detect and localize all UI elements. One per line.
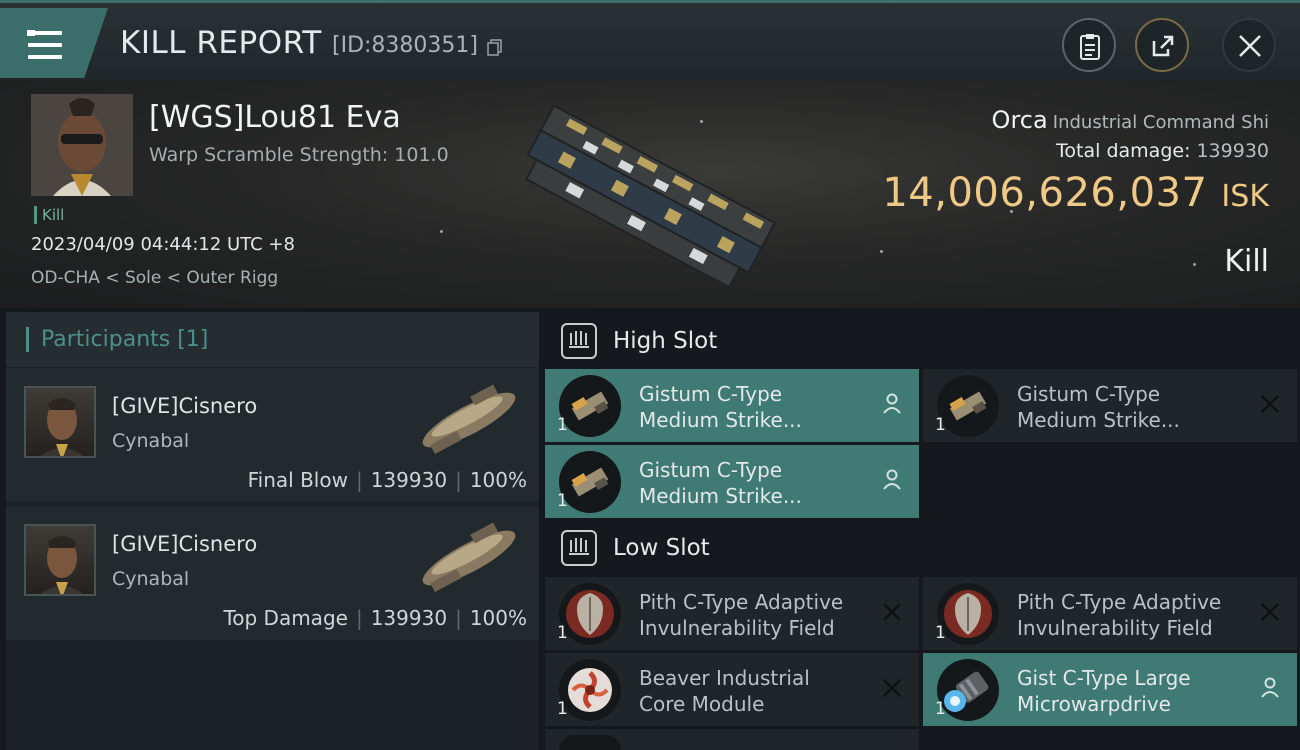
participant-role: Final Blow <box>247 468 348 492</box>
participant-ship: Cynabal <box>112 430 190 452</box>
participant-stats: Top Damage | 139930 | 100% <box>223 606 527 630</box>
fitting-panel: High Slot 1 Gistum C-Type Medium Strike..… <box>545 312 1300 750</box>
dropped-person-icon <box>1261 677 1279 698</box>
module-item-partial[interactable] <box>545 729 919 750</box>
warp-scramble-strength: Warp Scramble Strength: 101.0 <box>149 144 449 166</box>
participant-damage: 139930 <box>370 468 448 492</box>
total-damage-label: Total damage: <box>1056 140 1191 162</box>
module-name: Gistum C-Type Medium Strike... <box>639 458 802 508</box>
participant-ship-image <box>422 384 516 454</box>
microwarpdrive-icon <box>937 659 999 721</box>
module-quantity: 1 <box>557 699 568 719</box>
participant-stats: Final Blow | 139930 | 100% <box>247 468 527 492</box>
shield-module-icon <box>937 583 999 645</box>
participant-name: [GIVE]Cisnero <box>112 532 258 556</box>
participant-damage: 139930 <box>370 606 448 630</box>
destroyed-x-icon <box>1261 603 1279 621</box>
dropped-person-icon <box>883 393 901 414</box>
share-icon <box>1152 35 1174 57</box>
victim-banner: [WGS]Lou81 Eva Warp Scramble Strength: 1… <box>0 80 1300 308</box>
destroyed-x-icon <box>1261 395 1279 413</box>
missile-launcher-icon <box>559 451 621 513</box>
missile-launcher-icon <box>559 375 621 437</box>
kill-type: Kill <box>1224 244 1269 279</box>
missile-launcher-icon <box>937 375 999 437</box>
ship-class: Industrial Command Shi <box>1052 112 1269 133</box>
avatar[interactable] <box>24 524 96 596</box>
participant-role: Top Damage <box>223 606 348 630</box>
module-quantity: 1 <box>935 699 946 719</box>
participant-ship: Cynabal <box>112 568 190 590</box>
participant-row[interactable]: [GIVE]Cisnero Cynabal Final Blow | 139930 |… <box>6 368 539 502</box>
low-slot-icon <box>561 530 597 566</box>
avatar[interactable] <box>24 386 96 458</box>
victim-avatar[interactable] <box>31 94 133 196</box>
isk-value: 14,006,626,037 ISK <box>882 170 1269 216</box>
module-item[interactable]: 1 Pith C-Type Adaptive Invulnerability Fi… <box>545 577 919 650</box>
shield-module-icon <box>559 583 621 645</box>
victim-ship-image <box>524 104 777 289</box>
total-damage: Total damage: 139930 <box>1056 140 1269 162</box>
module-item[interactable]: 1 Gistum C-Type Medium Strike... <box>923 369 1297 442</box>
clipboard-button[interactable] <box>1062 18 1116 72</box>
isk-amount: 14,006,626,037 <box>882 170 1208 216</box>
module-quantity: 1 <box>557 415 568 435</box>
module-quantity: 1 <box>557 491 568 511</box>
share-button[interactable] <box>1135 18 1189 72</box>
destroyed-x-icon <box>883 679 901 697</box>
participant-ship-image <box>422 522 516 592</box>
module-item[interactable]: 1 Gistum C-Type Medium Strike... <box>545 369 919 442</box>
low-slot-label: Low Slot <box>613 535 710 561</box>
low-slot-header: Low Slot <box>545 521 1300 575</box>
report-id: [ID:8380351] <box>332 33 478 58</box>
module-icon <box>559 735 621 750</box>
kill-timestamp: 2023/04/09 04:44:12 UTC +8 <box>31 234 295 255</box>
participant-percent: 100% <box>469 468 527 492</box>
high-slot-icon <box>561 323 597 359</box>
module-quantity: 1 <box>557 623 568 643</box>
victim-ship[interactable]: Orca Industrial Command Shi <box>992 106 1269 134</box>
close-button[interactable] <box>1222 18 1276 72</box>
module-name: Pith C-Type Adaptive Invulnerability Fiel… <box>639 590 844 640</box>
isk-unit: ISK <box>1221 179 1269 214</box>
module-quantity: 1 <box>935 623 946 643</box>
participant-percent: 100% <box>469 606 527 630</box>
module-name: Gistum C-Type Medium Strike... <box>639 382 802 432</box>
module-name: Gist C-Type Large Microwarpdrive <box>1017 666 1191 716</box>
top-bar: KILL REPORT [ID:8380351] <box>0 0 1300 80</box>
clipboard-icon <box>1080 34 1100 60</box>
high-slot-label: High Slot <box>613 328 718 354</box>
participants-header: Participants [1] <box>6 312 539 367</box>
close-icon <box>1239 35 1261 57</box>
page-title: KILL REPORT <box>120 25 322 61</box>
participant-row[interactable]: [GIVE]Cisnero Cynabal Top Damage | 139930 |… <box>6 506 539 640</box>
module-name: Pith C-Type Adaptive Invulnerability Fiel… <box>1017 590 1222 640</box>
total-damage-value: 139930 <box>1196 140 1269 162</box>
participants-panel: Participants [1] [GIVE]Cisnero Cynabal F… <box>6 312 539 750</box>
victim-name[interactable]: [WGS]Lou81 Eva <box>149 100 401 135</box>
participant-name: [GIVE]Cisnero <box>112 394 258 418</box>
menu-button[interactable] <box>0 8 108 78</box>
ship-name: Orca <box>991 106 1048 134</box>
high-slot-header: High Slot <box>545 314 1300 368</box>
copy-icon[interactable] <box>487 39 503 57</box>
module-name: Beaver Industrial Core Module <box>639 666 810 716</box>
industrial-core-icon <box>559 659 621 721</box>
module-name: Gistum C-Type Medium Strike... <box>1017 382 1180 432</box>
dropped-person-icon <box>883 469 901 490</box>
participants-title: Participants [1] <box>26 327 208 352</box>
destroyed-x-icon <box>883 603 901 621</box>
kill-location[interactable]: OD-CHA < Sole < Outer Rigg <box>31 268 278 288</box>
module-quantity: 1 <box>935 415 946 435</box>
kill-tag: Kill <box>34 206 64 224</box>
module-item[interactable]: 1 Gistum C-Type Medium Strike... <box>545 445 919 518</box>
module-item[interactable]: 1 Beaver Industrial Core Module <box>545 653 919 726</box>
module-item[interactable]: 1 Gist C-Type Large Microwarpdrive <box>923 653 1297 726</box>
module-item[interactable]: 1 Pith C-Type Adaptive Invulnerability Fi… <box>923 577 1297 650</box>
